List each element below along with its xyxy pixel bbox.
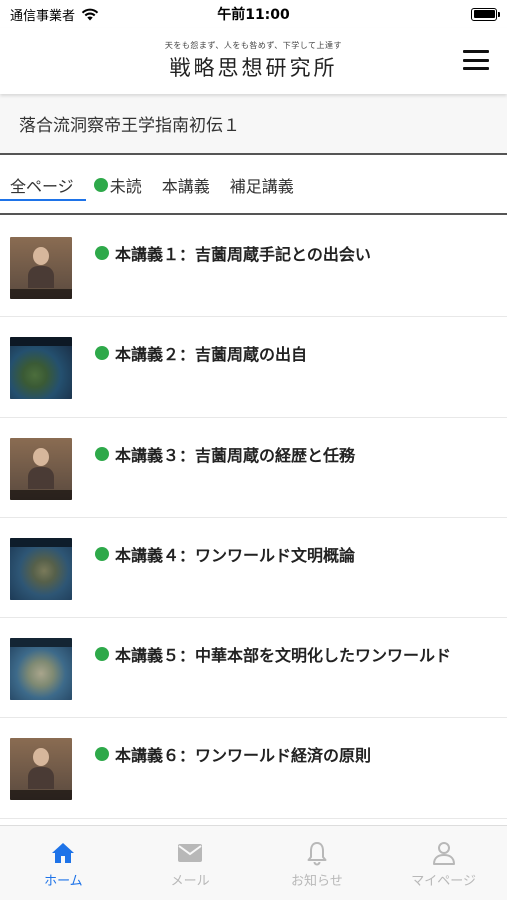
status-left: 通信事業者: [10, 5, 99, 24]
unread-dot-icon: [93, 178, 108, 192]
bottom-tab-bar: ホーム メール お知らせ マイページ: [0, 825, 507, 900]
filter-tabs: 全ページ 未読 本講義 補足講義: [0, 157, 507, 215]
mail-icon: [178, 844, 203, 862]
tab-bar-home[interactable]: ホーム: [0, 826, 127, 900]
person-icon: [432, 842, 455, 865]
lecture-thumbnail: [10, 537, 72, 600]
wifi-icon: [81, 8, 99, 20]
unread-dot-icon: [95, 647, 109, 662]
home-icon: [52, 843, 75, 863]
tab-bar-notifications[interactable]: お知らせ: [254, 826, 381, 900]
lecture-title: 本講義４：ワンワールド文明概論: [95, 542, 355, 566]
lecture-thumbnail: [10, 237, 72, 299]
lecture-thumbnail: [10, 638, 72, 701]
tab-label: 未読: [109, 177, 142, 196]
unread-dot-icon: [95, 246, 109, 260]
carrier-label: 通信事業者: [10, 8, 76, 24]
lecture-list[interactable]: 本講義１：吉薗周蔵手記との出会い 本講義２：吉薗周蔵の出自 本講義３：吉薗周蔵の…: [0, 217, 507, 825]
logo[interactable]: 天をも怨まず、人をも咎めず、下学して上達す 戦略思想研究所: [0, 40, 507, 82]
tab-supplementary-lectures[interactable]: 補足講義: [230, 157, 294, 213]
unread-dot-icon: [95, 446, 109, 461]
bell-icon: [307, 842, 327, 866]
lecture-title: 本講義２：吉薗周蔵の出自: [95, 341, 307, 365]
tab-label: 全ページ: [10, 177, 74, 196]
tab-bar-mypage[interactable]: マイページ: [380, 826, 507, 900]
logo-tagline: 天をも怨まず、人をも咎めず、下学して上達す: [164, 41, 343, 50]
tab-bar-label: マイページ: [411, 874, 476, 889]
list-item[interactable]: 本講義３：吉薗周蔵の経歴と任務: [0, 418, 507, 518]
lecture-thumbnail: [10, 337, 72, 400]
tab-all-pages[interactable]: 全ページ: [0, 157, 86, 213]
list-item[interactable]: 本講義５：中華本部を文明化したワンワールド: [0, 618, 507, 719]
tab-bar-label: ホーム: [44, 874, 83, 889]
tab-bar-label: お知らせ: [291, 874, 343, 889]
unread-dot-icon: [95, 747, 109, 762]
list-item[interactable]: 本講義１：吉薗周蔵手記との出会い: [0, 217, 507, 318]
course-title-bar: 落合流洞察帝王学指南初伝１: [0, 94, 507, 155]
lecture-title: 本講義６：ワンワールド経済の原則: [95, 742, 371, 766]
list-item[interactable]: 本講義６：ワンワールド経済の原則: [0, 718, 507, 819]
tab-label: 本講義: [161, 177, 210, 196]
lecture-thumbnail: [10, 437, 72, 500]
status-bar: 通信事業者 午前11:00: [0, 0, 507, 28]
lecture-thumbnail: [10, 738, 72, 801]
list-item[interactable]: 本講義２：吉薗周蔵の出自: [0, 317, 507, 418]
lecture-title: 本講義３：吉薗周蔵の経歴と任務: [95, 442, 355, 466]
list-item[interactable]: 本講義４：ワンワールド文明概論: [0, 518, 507, 619]
logo-title: 戦略思想研究所: [169, 56, 338, 80]
app-header: 天をも怨まず、人をも咎めず、下学して上達す 戦略思想研究所: [0, 28, 507, 94]
tab-unread[interactable]: 未読: [93, 157, 142, 213]
menu-icon[interactable]: [463, 50, 489, 70]
tab-bar-label: メール: [170, 874, 210, 889]
tab-main-lectures[interactable]: 本講義: [162, 157, 210, 213]
battery-icon: [471, 7, 500, 21]
unread-dot-icon: [95, 546, 109, 561]
tab-label: 補足講義: [229, 177, 294, 196]
tab-bar-mail[interactable]: メール: [127, 826, 254, 900]
unread-dot-icon: [95, 346, 109, 361]
course-title: 落合流洞察帝王学指南初伝１: [19, 116, 240, 136]
lecture-title: 本講義１：吉薗周蔵手記との出会い: [95, 241, 371, 265]
lecture-title: 本講義５：中華本部を文明化したワンワールド: [95, 642, 451, 666]
